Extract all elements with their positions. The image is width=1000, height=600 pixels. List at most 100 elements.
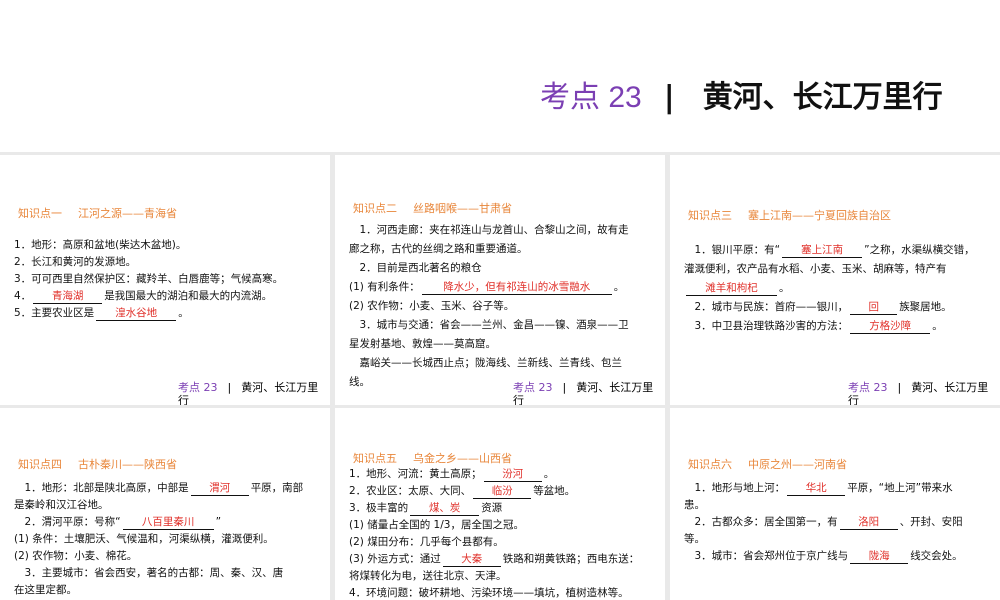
line-text: (2) 农作物：小麦、棉花。 bbox=[14, 550, 138, 562]
line-text: 资源 bbox=[481, 502, 503, 514]
line-text: 2．城市与民族：首府——银川， bbox=[684, 301, 849, 313]
line-text: 是我国最大的湖泊和最大的内流湖。 bbox=[104, 290, 273, 302]
answer-blank: 回 bbox=[850, 301, 898, 315]
line-text: 嘉峪关——长城西止点；陇海线、兰新线、兰青线、包兰 bbox=[349, 357, 622, 369]
answer-blank: 大秦 bbox=[442, 553, 501, 567]
answer-blank: 滩羊和枸杞 bbox=[686, 282, 777, 296]
line-text: 2．目前是西北著名的粮仓 bbox=[349, 262, 482, 274]
section-topic: 中原之州——河南省 bbox=[748, 458, 847, 471]
section-topic: 丝路咽喉——甘肃省 bbox=[413, 202, 512, 215]
line-text: (3) 外运方式：通过 bbox=[349, 553, 441, 565]
section-heading: 知识点四 古朴秦川——陕西省 bbox=[18, 456, 177, 472]
section-topic: 古朴秦川——陕西省 bbox=[78, 458, 177, 471]
slide-footer: 考点 23 | 黄河、长江万里行 bbox=[848, 381, 998, 405]
text-line: 1．河西走廊：夹在祁连山与龙首山、合黎山之间，故有走 bbox=[349, 221, 655, 240]
text-line: 星发射基地、敦煌——莫高窟。 bbox=[349, 335, 655, 354]
text-line: 将煤转化为电，送往北京、天津。 bbox=[349, 568, 655, 585]
slide-panel: 知识点四 古朴秦川——陕西省 1．地形：北部是陕北高原，中部是 渭河 平原，南部 是秦岭… bbox=[0, 408, 330, 600]
line-text: 在这里定都。 bbox=[14, 584, 77, 596]
line-text: 1．地形、河流：黄土高原； bbox=[349, 468, 482, 480]
text-line: 患。 bbox=[684, 497, 990, 514]
content-lines: 1．地形：高原和盆地(柴达木盆地)。 2．长江和黄河的发源地。 3．可可西里自然保护… bbox=[14, 237, 320, 322]
line-text: 4．环境问题：破坏耕地、污染环境——填坑，植树造林等。 bbox=[349, 587, 629, 599]
line-text: 5．主要农业区是 bbox=[14, 307, 95, 319]
footer-label: 考点 23 bbox=[178, 381, 218, 394]
line-text: 线交会处。 bbox=[910, 550, 963, 562]
line-text: (1) 储量占全国的 1/3，居全国之冠。 bbox=[349, 519, 524, 531]
line-text: 1．银川平原：有“ bbox=[684, 244, 781, 256]
line-text: 。 bbox=[932, 320, 943, 332]
title-label: 考点 23 bbox=[540, 81, 642, 114]
content-lines: 1．河西走廊：夹在祁连山与龙首山、合黎山之间，故有走廊之称，古代的丝绸之路和重要… bbox=[349, 221, 655, 392]
text-line: 在这里定都。 bbox=[14, 582, 320, 599]
section-heading: 知识点三 塞上江南——宁夏回族自治区 bbox=[688, 207, 891, 223]
text-line: 3．城市与交通：省会——兰州、金昌——镍、酒泉——卫 bbox=[349, 316, 655, 335]
text-line: 2．目前是西北著名的粮仓 bbox=[349, 259, 655, 278]
text-line: 4．环境问题：破坏耕地、污染环境——填坑，植树造林等。 bbox=[349, 585, 655, 600]
answer-blank: 临汾 bbox=[473, 485, 532, 499]
text-line: 是秦岭和汉江谷地。 bbox=[14, 497, 320, 514]
content-lines: 1．地形、河流：黄土高原； 汾河。 2．农业区：太原、大同、 临汾 等盆地。 3．极丰… bbox=[349, 466, 655, 600]
slide-footer: 考点 23 | 黄河、长江万里行 bbox=[513, 381, 663, 405]
slide-panel: 知识点三 塞上江南——宁夏回族自治区 1．银川平原：有“ 塞上江南 ”之称，水渠纵横交… bbox=[670, 155, 1000, 405]
line-text: 星发射基地、敦煌——莫高窟。 bbox=[349, 338, 496, 350]
line-text: 3．城市：省会郑州位于京广线与 bbox=[684, 550, 849, 562]
answer-blank: 青海湖 bbox=[33, 290, 103, 304]
answer-blank: 方格沙障 bbox=[850, 320, 931, 334]
text-line: (1) 条件：土壤肥沃、气候温和，河渠纵横，灌溉便利。 bbox=[14, 531, 320, 548]
line-text: 。 bbox=[543, 468, 555, 480]
line-text: 铁路和朔黄铁路；西电东送： bbox=[502, 553, 640, 565]
section-topic: 江河之源——青海省 bbox=[78, 207, 177, 220]
line-text: 灌溉便利，农产品有水稻、小麦、玉米、胡麻等，特产有 bbox=[684, 263, 947, 275]
line-text: 1．河西走廊：夹在祁连山与龙首山、合黎山之间，故有走 bbox=[349, 224, 629, 236]
text-line: (3) 外运方式：通过 大秦 铁路和朔黄铁路；西电东送： bbox=[349, 551, 655, 568]
line-text: ” bbox=[215, 516, 222, 528]
line-text: (1) 有利条件： bbox=[349, 281, 420, 293]
line-text: 3．城市与交通：省会——兰州、金昌——镍、酒泉——卫 bbox=[349, 319, 629, 331]
text-line: 等。 bbox=[684, 531, 990, 548]
text-line: 4． 青海湖 是我国最大的湖泊和最大的内流湖。 bbox=[14, 288, 320, 305]
line-text: (2) 农作物：小麦、玉米、谷子等。 bbox=[349, 300, 515, 312]
text-line: (2) 煤田分布：几乎每个县都有。 bbox=[349, 534, 655, 551]
text-line: 2．渭河平原：号称“ 八百里秦川” bbox=[14, 514, 320, 531]
content-lines: 1．地形与地上河： 华北 平原，“地上河”带来水患。 2．古都众多：居全国第一，有洛… bbox=[684, 480, 990, 565]
footer-separator: | bbox=[227, 381, 232, 394]
answer-blank: 华北 bbox=[787, 482, 846, 496]
answer-blank: 煤、炭 bbox=[410, 502, 480, 516]
slide-footer: 考点 23 | 黄河、长江万里行 bbox=[178, 381, 328, 405]
line-text: 3．可可西里自然保护区：藏羚羊、白唇鹿等；气候高寒。 bbox=[14, 273, 284, 285]
line-text: 3．极丰富的 bbox=[349, 502, 409, 514]
text-line: 1．地形与地上河： 华北 平原，“地上河”带来水 bbox=[684, 480, 990, 497]
text-line: 2．古都众多：居全国第一，有 洛阳 、开封、安阳 bbox=[684, 514, 990, 531]
slide-panel: 知识点五 乌金之乡——山西省 1．地形、河流：黄土高原； 汾河。 2．农业区：太原、… bbox=[335, 408, 665, 600]
line-text: 。 bbox=[779, 282, 790, 294]
text-line: 3．主要城市：省会西安，著名的古都：周、秦、汉、唐 bbox=[14, 565, 320, 582]
footer-separator: | bbox=[562, 381, 567, 394]
section-number: 知识点四 bbox=[18, 458, 62, 471]
line-text: 等。 bbox=[684, 533, 705, 545]
text-line: (2) 农作物：小麦、玉米、谷子等。 bbox=[349, 297, 655, 316]
footer-separator: | bbox=[897, 381, 902, 394]
answer-blank: 汾河 bbox=[483, 468, 542, 482]
line-text: 线。 bbox=[349, 376, 370, 388]
slide-panel: 知识点二 丝路咽喉——甘肃省 1．河西走廊：夹在祁连山与龙首山、合黎山之间，故有走… bbox=[335, 155, 665, 405]
text-line: 1．地形：北部是陕北高原，中部是 渭河 平原，南部 bbox=[14, 480, 320, 497]
title-area: 考点 23 | 黄河、长江万里行 bbox=[0, 0, 1000, 152]
line-text: ”之称，水渠纵横交错， bbox=[864, 244, 975, 256]
text-line: 嘉峪关——长城西止点；陇海线、兰新线、兰青线、包兰 bbox=[349, 354, 655, 373]
slide-panel: 知识点六 中原之州——河南省 1．地形与地上河： 华北 平原，“地上河”带来水患。 2… bbox=[670, 408, 1000, 600]
line-text: 将煤转化为电，送往北京、天津。 bbox=[349, 570, 507, 582]
line-text: 等盆地。 bbox=[533, 485, 576, 497]
title-text: 黄河、长江万里行 bbox=[702, 80, 943, 115]
text-line: (1) 储量占全国的 1/3，居全国之冠。 bbox=[349, 517, 655, 534]
text-line: 廊之称，古代的丝绸之路和重要通道。 bbox=[349, 240, 655, 259]
line-text: (2) 煤田分布：几乎每个县都有。 bbox=[349, 536, 504, 548]
page-title: 考点 23 | 黄河、长江万里行 bbox=[540, 80, 980, 116]
line-text: 族聚居地。 bbox=[899, 301, 952, 313]
line-text: 患。 bbox=[684, 499, 705, 511]
content-lines: 1．银川平原：有“ 塞上江南 ”之称，水渠纵横交错， 灌溉便利，农产品有水稻、小麦、玉… bbox=[684, 241, 990, 336]
answer-blank: 渭河 bbox=[190, 482, 249, 496]
text-line: 3．可可西里自然保护区：藏羚羊、白唇鹿等；气候高寒。 bbox=[14, 271, 320, 288]
section-number: 知识点六 bbox=[688, 458, 732, 471]
text-line: 2．长江和黄河的发源地。 bbox=[14, 254, 320, 271]
